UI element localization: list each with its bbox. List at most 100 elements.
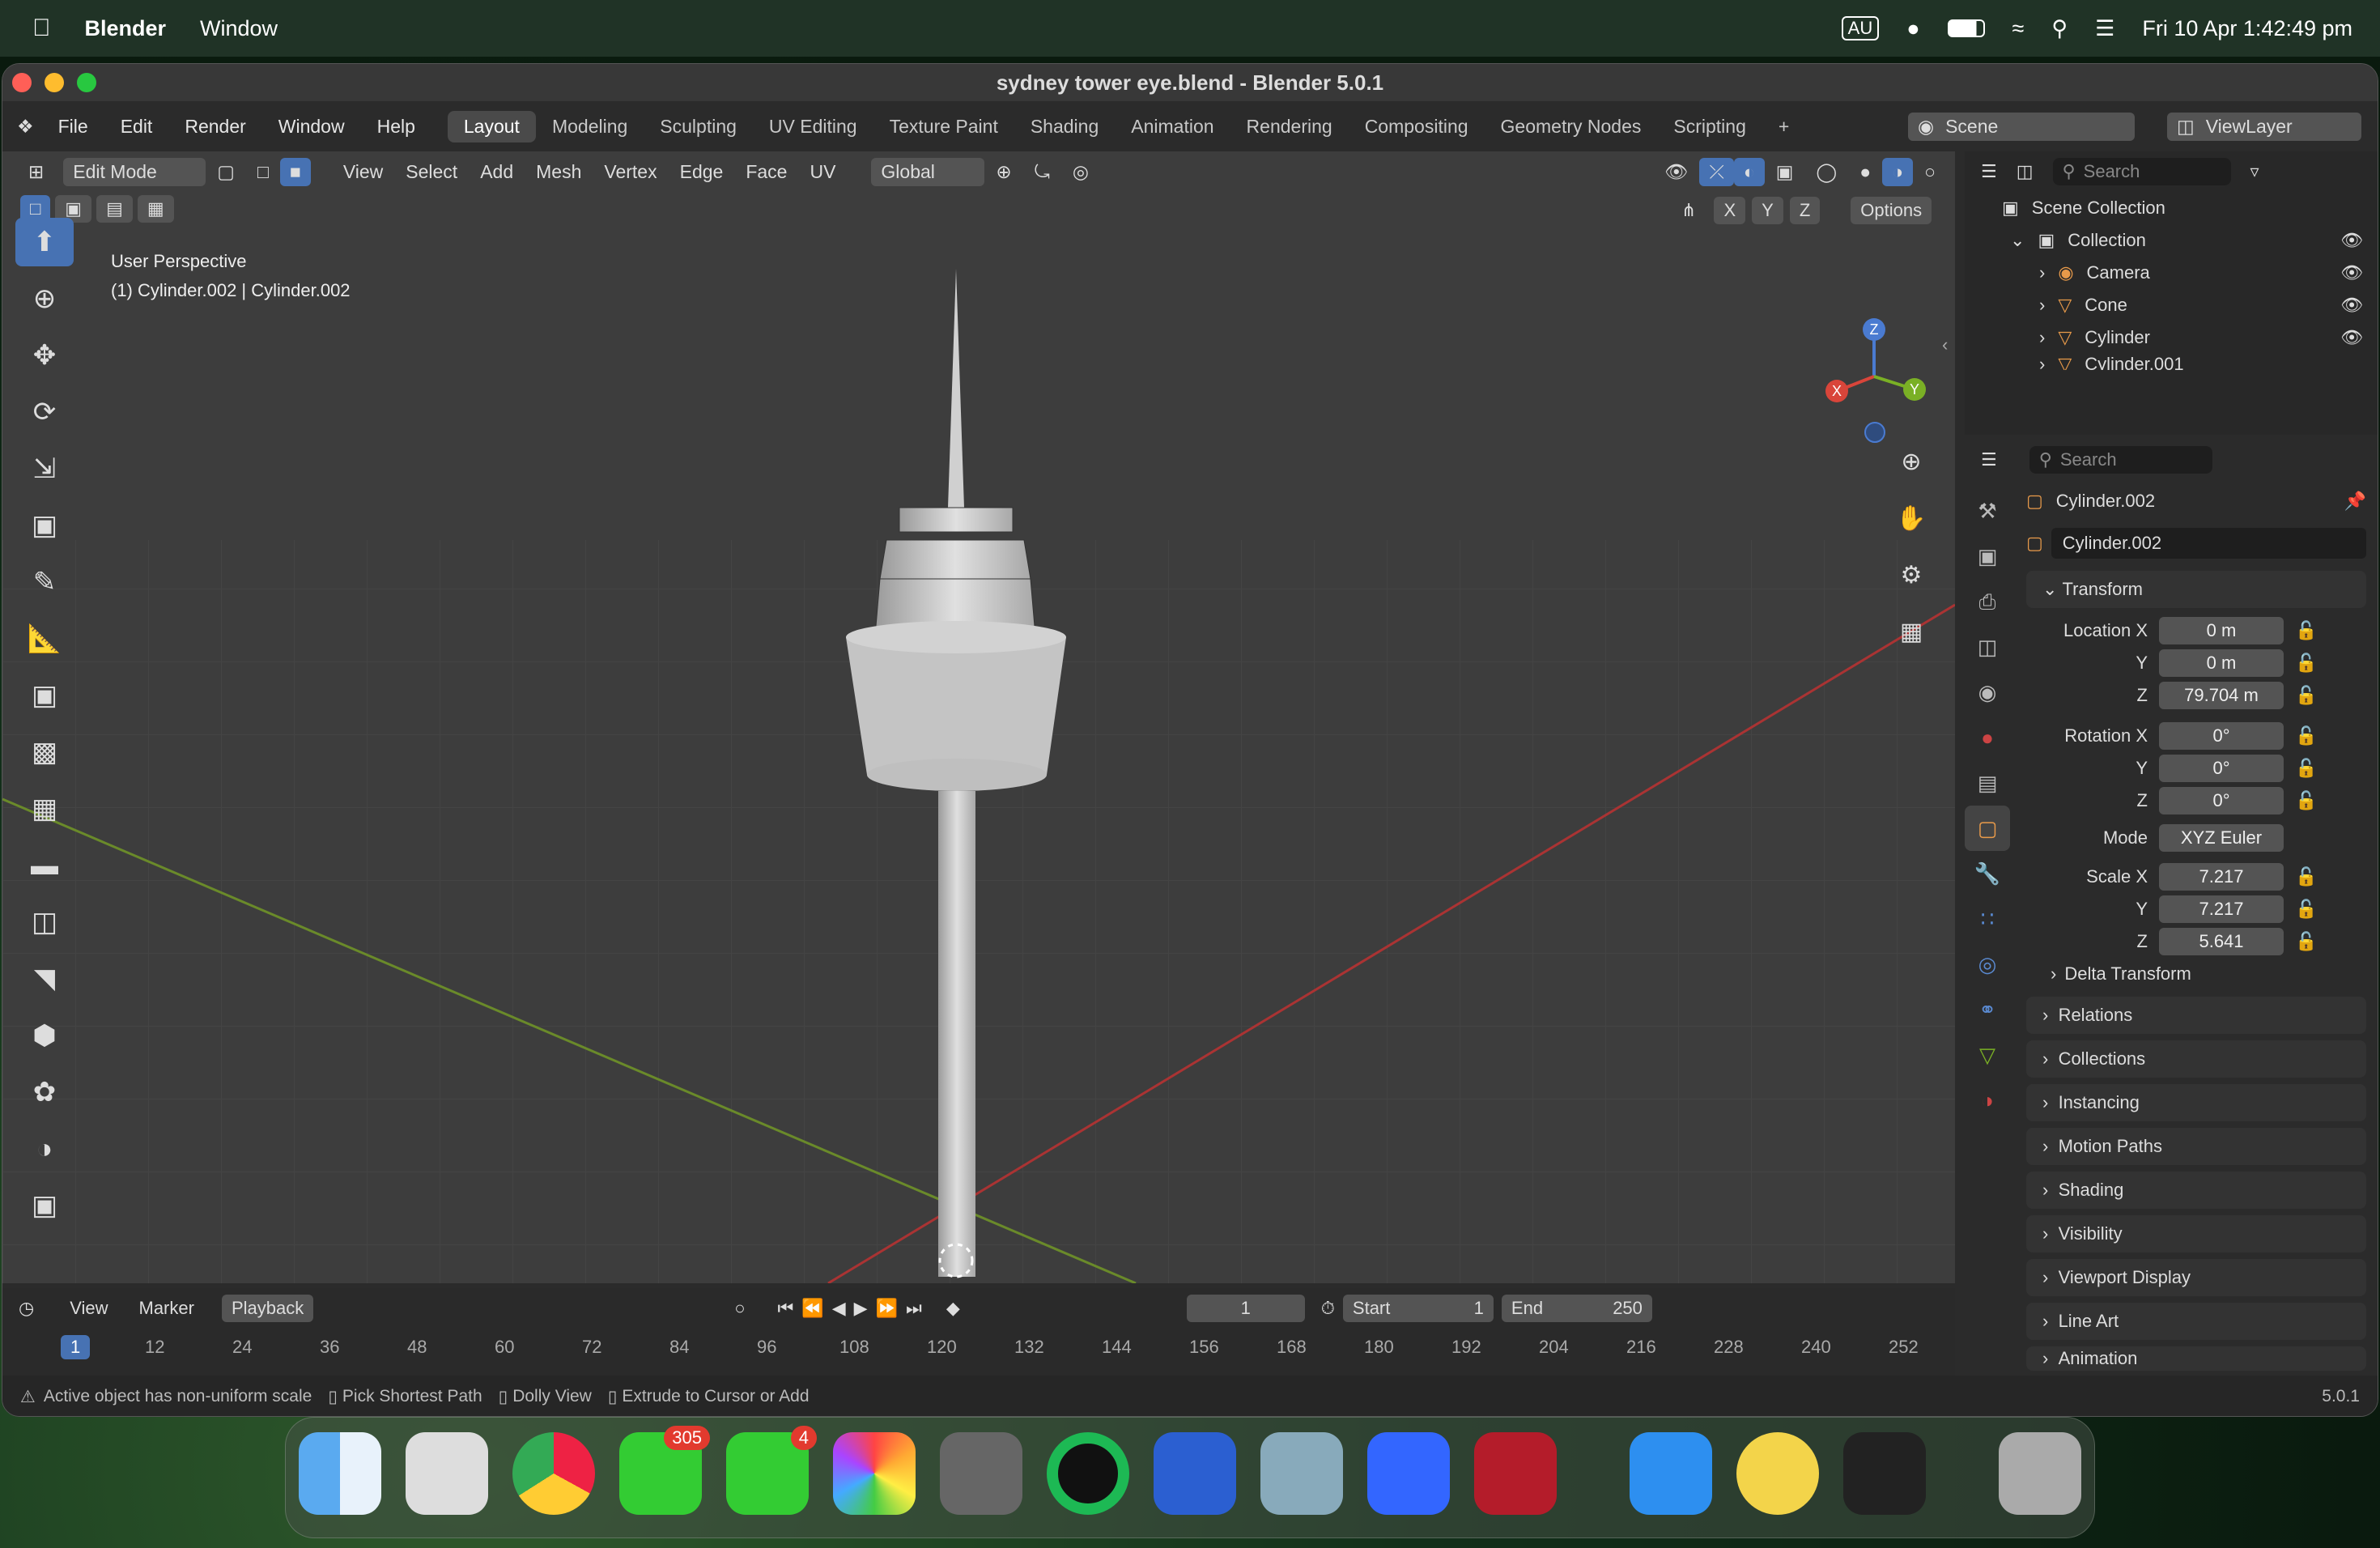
tab-animation[interactable]: Animation <box>1115 111 1230 142</box>
overlay-toggle-icon[interactable]: ◐ <box>1733 157 1765 186</box>
loop-cut-icon[interactable]: ◫ <box>15 898 74 946</box>
preview-icon[interactable] <box>1260 1432 1343 1515</box>
tab-shading[interactable]: Shading <box>1014 111 1115 142</box>
lock-icon[interactable]: 🔓 <box>2295 931 2317 952</box>
eye-icon[interactable]: 👁 <box>2340 230 2363 251</box>
shading-wireframe-icon[interactable]: ◯ <box>1805 158 1849 186</box>
mirror-z-toggle[interactable]: Z <box>1789 197 1821 224</box>
jump-keyframe-forward-icon[interactable]: ⏩ <box>876 1298 898 1319</box>
timeline-menu-playback[interactable]: Playback <box>221 1295 314 1322</box>
viewlayer-selector[interactable]: ◫ ViewLayer <box>2167 112 2361 141</box>
current-frame-field[interactable]: 1 <box>1186 1295 1305 1322</box>
tab-texture-paint[interactable]: Texture Paint <box>873 111 1014 142</box>
chevron-right-icon[interactable]: › <box>2039 295 2045 316</box>
cursor-icon[interactable]: ⊕ <box>15 274 74 323</box>
panel-shading[interactable]: › Shading <box>2026 1172 2366 1209</box>
jump-keyframe-back-icon[interactable]: ⏪ <box>801 1298 823 1319</box>
panel-line-art[interactable]: › Line Art <box>2026 1303 2366 1340</box>
move-icon[interactable]: ✥ <box>15 331 74 380</box>
tab-scripting[interactable]: Scripting <box>1657 111 1762 142</box>
viewport-menu-mesh[interactable]: Mesh <box>525 158 593 186</box>
tab-compositing[interactable]: Compositing <box>1349 111 1485 142</box>
menu-window[interactable]: Window <box>262 116 361 138</box>
outliner-search-field[interactable]: ⚲ Search <box>2052 158 2231 185</box>
object-browse-icon[interactable]: ▢ <box>2026 533 2043 554</box>
mirror-y-toggle[interactable]: Y <box>1752 197 1783 224</box>
chevron-right-icon[interactable]: › <box>2039 262 2045 283</box>
spotlight-search-icon[interactable]: ⚲ <box>2051 16 2068 41</box>
outliner-item-camera[interactable]: › ◉ Camera 👁 <box>1965 257 2378 289</box>
chevron-right-icon[interactable]: › <box>2039 354 2045 370</box>
tool-tab-icon[interactable]: ⚒ <box>1965 488 2010 534</box>
tab-layout[interactable]: Layout <box>447 110 536 142</box>
add-workspace-button[interactable]: + <box>1762 111 1805 142</box>
clock-icon[interactable]: ⏱ <box>1321 1298 1335 1319</box>
mode-dropdown[interactable]: Edit Mode <box>63 157 206 186</box>
keynote-icon[interactable] <box>1630 1432 1712 1515</box>
viewport-menu-edge[interactable]: Edge <box>669 158 735 186</box>
lock-icon[interactable]: 🔓 <box>2295 899 2317 920</box>
facetime-icon[interactable]: 4 <box>726 1426 817 1515</box>
rotation-y-field[interactable]: 0° <box>2159 755 2284 782</box>
viewport-menu-add[interactable]: Add <box>469 158 525 186</box>
select-mode-edge-icon[interactable]: □ <box>246 158 280 186</box>
rotation-z-field[interactable]: 0° <box>2159 787 2284 814</box>
annotate-icon[interactable]: ✎ <box>15 558 74 606</box>
record-icon[interactable]: ○ <box>734 1298 745 1319</box>
particles-tab-icon[interactable]: ∷ <box>1965 896 2010 942</box>
timeline-type-icon[interactable]: ◷ <box>19 1298 34 1319</box>
input-source-badge[interactable]: AU <box>1841 16 1880 40</box>
transform-icon[interactable]: ▣ <box>15 501 74 550</box>
gizmo-z-axis[interactable]: Z <box>1863 318 1885 341</box>
sidebar-collapse-icon[interactable]: ‹ <box>1942 334 1948 355</box>
messages-icon[interactable]: 305 <box>619 1426 710 1515</box>
shading-rendered-icon[interactable]: ○ <box>1913 158 1947 186</box>
world-tab-icon[interactable]: ● <box>1965 715 2010 760</box>
pan-hand-icon[interactable]: ✋ <box>1889 495 1934 541</box>
properties-search-field[interactable]: ⚲ Search <box>2029 446 2212 474</box>
blender-logo-icon[interactable]: ❖ <box>2 116 42 138</box>
physics-tab-icon[interactable]: ◎ <box>1965 942 2010 987</box>
smooth-icon[interactable]: ◑ <box>15 1125 74 1173</box>
rotation-mode-dropdown[interactable]: XYZ Euler <box>2159 824 2284 852</box>
play-reverse-icon[interactable]: ◀ <box>832 1298 846 1319</box>
collection-tab-icon[interactable]: ▤ <box>1965 760 2010 806</box>
panel-relations[interactable]: › Relations <box>2026 997 2366 1034</box>
tab-modeling[interactable]: Modeling <box>536 111 644 142</box>
pin-icon[interactable]: 📌 <box>2344 491 2366 512</box>
menu-help[interactable]: Help <box>361 116 431 138</box>
properties-type-icon[interactable]: ☰ <box>1981 449 1997 470</box>
visibility-icon[interactable]: 👁 <box>1653 158 1699 186</box>
poly-build-icon[interactable]: ⬢ <box>15 1011 74 1060</box>
lock-icon[interactable]: 🔓 <box>2295 685 2317 706</box>
chevron-right-icon[interactable]: › <box>2039 327 2045 348</box>
viewport-menu-vertex[interactable]: Vertex <box>593 158 668 186</box>
tab-sculpting[interactable]: Sculpting <box>644 111 753 142</box>
proportional-edit-icon[interactable]: ◎ <box>1061 158 1100 186</box>
photos-icon[interactable] <box>833 1432 916 1515</box>
lock-icon[interactable]: 🔓 <box>2295 758 2317 779</box>
constraints-tab-icon[interactable]: ⚭ <box>1965 987 2010 1032</box>
timeline-menu-view[interactable]: View <box>58 1295 119 1322</box>
outliner-item-cylinder[interactable]: › ▽ Cylinder 👁 <box>1965 321 2378 354</box>
panel-collections[interactable]: › Collections <box>2026 1040 2366 1078</box>
delta-transform-header[interactable]: › Delta Transform <box>2026 958 2366 990</box>
add-cube-icon[interactable]: ▣ <box>15 671 74 720</box>
play-icon[interactable]: ▶ <box>854 1298 868 1319</box>
spin-icon[interactable]: ✿ <box>15 1068 74 1116</box>
finder-icon[interactable] <box>299 1432 381 1515</box>
shading-material-icon[interactable]: ◑ <box>1882 157 1914 186</box>
tab-uv-editing[interactable]: UV Editing <box>753 111 873 142</box>
scene-tab-icon[interactable]: ◉ <box>1965 670 2010 715</box>
lock-icon[interactable]: 🔓 <box>2295 725 2317 746</box>
select-box-icon[interactable]: ⬆ <box>15 218 74 266</box>
outliner-item-cone[interactable]: › ▽ Cone 👁 <box>1965 289 2378 321</box>
lock-icon[interactable]: 🔓 <box>2295 866 2317 887</box>
bevel-icon[interactable]: ▬ <box>15 841 74 890</box>
outliner-type-icon[interactable]: ☰ <box>1981 161 1997 182</box>
panel-motion-paths[interactable]: › Motion Paths <box>2026 1128 2366 1165</box>
zoom-icon[interactable]: ⊕ <box>1889 439 1934 484</box>
measure-icon[interactable]: 📐 <box>15 615 74 663</box>
viewport-menu-face[interactable]: Face <box>734 158 798 186</box>
select-mode-face-icon[interactable]: ■ <box>279 157 311 186</box>
